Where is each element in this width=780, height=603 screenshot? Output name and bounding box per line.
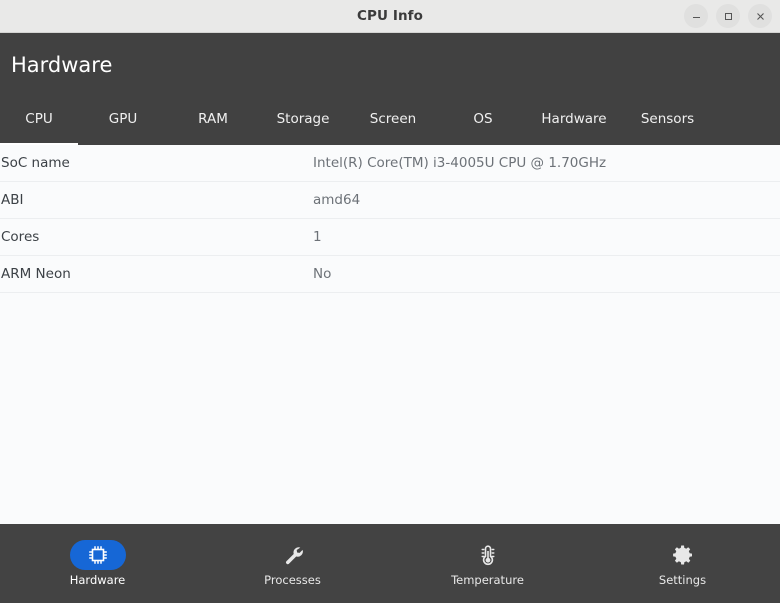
row-label: ARM Neon	[1, 266, 71, 282]
maximize-icon	[724, 12, 732, 20]
gear-icon	[672, 545, 692, 565]
maximize-button[interactable]	[716, 4, 740, 28]
nav-label: Temperature	[451, 573, 524, 587]
tab-label: Sensors	[640, 111, 695, 127]
tab-label: Screen	[369, 111, 417, 127]
page-title: Hardware	[11, 53, 113, 77]
tab-label: Hardware	[541, 111, 607, 127]
tab-gpu[interactable]: GPU	[78, 103, 168, 145]
tab-sensors[interactable]: Sensors	[620, 103, 715, 145]
tab-os[interactable]: OS	[438, 103, 528, 145]
thermometer-icon	[481, 545, 494, 566]
tab-label: GPU	[108, 111, 138, 127]
tab-label: Storage	[276, 111, 330, 127]
app-header: Hardware CPU GPU RAM Storage Screen OS H…	[0, 33, 780, 145]
table-row: ABI amd64	[0, 182, 780, 219]
table-row: SoC name Intel(R) Core(TM) i3-4005U CPU …	[0, 145, 780, 182]
cpu-chip-icon	[88, 546, 107, 564]
tab-ram[interactable]: RAM	[168, 103, 258, 145]
tab-label: CPU	[25, 111, 53, 127]
bottom-navigation: Hardware Processes Temperature Settings	[0, 524, 780, 603]
tab-hardware[interactable]: Hardware	[528, 103, 620, 145]
tab-label: RAM	[198, 111, 228, 127]
window-title: CPU Info	[356, 8, 424, 24]
nav-item-temperature[interactable]: Temperature	[390, 524, 585, 603]
row-value: 1	[313, 229, 322, 245]
tab-label: OS	[473, 111, 493, 127]
wrench-icon	[285, 547, 303, 565]
tab-storage[interactable]: Storage	[258, 103, 348, 145]
nav-label: Settings	[658, 573, 707, 587]
row-label: ABI	[1, 192, 24, 208]
row-label: Cores	[1, 229, 40, 245]
nav-icon-background	[265, 540, 321, 570]
nav-icon-background	[69, 540, 126, 570]
nav-item-hardware[interactable]: Hardware	[0, 524, 195, 603]
nav-label: Processes	[264, 573, 321, 587]
nav-icon-background	[655, 540, 711, 570]
content-area: SoC name Intel(R) Core(TM) i3-4005U CPU …	[0, 145, 780, 524]
close-button[interactable]	[748, 4, 772, 28]
row-value: Intel(R) Core(TM) i3-4005U CPU @ 1.70GHz	[313, 155, 607, 171]
nav-item-settings[interactable]: Settings	[585, 524, 780, 603]
minimize-button[interactable]	[684, 4, 708, 28]
nav-item-processes[interactable]: Processes	[195, 524, 390, 603]
tab-bar: CPU GPU RAM Storage Screen OS Hardware S…	[0, 103, 780, 145]
window-controls	[684, 0, 772, 32]
close-icon	[756, 12, 764, 20]
table-row: ARM Neon No	[0, 256, 780, 293]
row-value: No	[313, 266, 332, 282]
window-titlebar: CPU Info	[0, 0, 780, 33]
tab-cpu[interactable]: CPU	[0, 103, 78, 145]
table-row: Cores 1	[0, 219, 780, 256]
nav-icon-background	[460, 540, 516, 570]
cpu-info-window: CPU Info Hardware CPU GPU RAM Storage Sc…	[0, 0, 780, 603]
row-value: amd64	[313, 192, 361, 208]
nav-label: Hardware	[69, 573, 126, 587]
tab-screen[interactable]: Screen	[348, 103, 438, 145]
minimize-icon	[692, 16, 700, 18]
row-label: SoC name	[1, 155, 70, 171]
